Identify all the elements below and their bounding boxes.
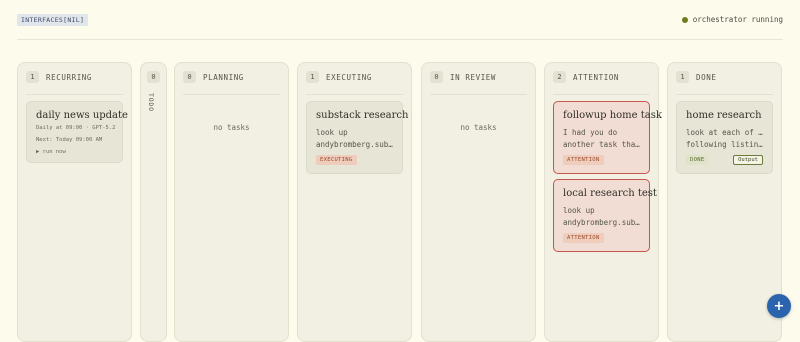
card-description: look up andybromberg.subst... [316, 127, 394, 151]
card-title: local research test [563, 188, 657, 199]
card-description-line: look at each of the [686, 128, 764, 137]
status-badge: ATTENTION [563, 155, 604, 165]
output-button[interactable]: Output [733, 155, 763, 165]
card-description-line: andybromberg.subst... [563, 218, 641, 227]
column-in-review: 0 IN REVIEW no tasks [421, 62, 536, 342]
column-divider [553, 94, 650, 95]
status-text: orchestrator running [692, 15, 783, 24]
card-title: substack research [316, 110, 409, 121]
column-title: TODO [147, 93, 155, 112]
empty-state: no tasks [213, 123, 250, 132]
column-count: 0 [147, 71, 160, 83]
status-badge: DONE [686, 155, 709, 165]
task-card-substack-research[interactable]: substack research look up andybromberg.s… [306, 101, 408, 174]
column-count: 0 [183, 71, 196, 83]
column-title: PLANNING [203, 72, 244, 82]
column-count: 1 [306, 71, 319, 83]
column-title: DONE [696, 72, 717, 82]
column-todo[interactable]: 0 TODO [140, 62, 167, 342]
column-divider [676, 94, 773, 95]
status-dot-icon [681, 16, 688, 23]
app-brand: INTERFACES[NIL] [17, 14, 89, 26]
card-description-line: another task that... [563, 140, 641, 149]
task-card-followup-home-task[interactable]: followup home task I had you do another … [553, 101, 662, 174]
column-divider [183, 94, 280, 95]
column-header: 2 ATTENTION [553, 71, 619, 83]
card-title: followup home task [563, 110, 662, 121]
card-description: look at each of the following listings, … [686, 127, 764, 151]
column-done: 1 DONE home research look at each of the… [667, 62, 782, 342]
column-count: 1 [676, 71, 689, 83]
card-schedule: Daily at 09:00 · GPT-5.2 [36, 125, 116, 131]
column-header: 1 EXECUTING [306, 71, 372, 83]
column-count: 2 [553, 71, 566, 83]
header-divider [17, 39, 783, 40]
card-description-line: look up [316, 128, 348, 137]
column-title: RECURRING [46, 72, 93, 82]
card-next-run: Next: Today 09:00 AM [36, 137, 103, 143]
empty-state: no tasks [460, 123, 497, 132]
column-count: 1 [26, 71, 39, 83]
task-card-home-research[interactable]: home research look at each of the follow… [676, 101, 773, 174]
column-divider [306, 94, 403, 95]
status-badge: EXECUTING [316, 155, 357, 165]
column-title: ATTENTION [573, 72, 620, 82]
card-title: home research [686, 110, 762, 121]
column-header: 0 IN REVIEW [430, 71, 496, 83]
column-executing: 1 EXECUTING substack research look up an… [297, 62, 412, 342]
column-header: 1 DONE [676, 71, 716, 83]
status-badge: ATTENTION [563, 233, 604, 243]
task-card-local-research-test[interactable]: local research test look up andybromberg… [553, 179, 657, 252]
card-title: daily news update [36, 110, 128, 121]
column-header: 0 PLANNING [183, 71, 244, 83]
kanban-board: 1 RECURRING daily news update Daily at 0… [0, 62, 800, 342]
column-header: 1 RECURRING [26, 71, 92, 83]
card-description-line: andybromberg.subst... [316, 140, 394, 149]
top-bar: INTERFACES[NIL] orchestrator running [0, 0, 800, 40]
column-title: EXECUTING [326, 72, 373, 82]
column-divider [430, 94, 527, 95]
column-title: IN REVIEW [450, 72, 497, 82]
column-divider [26, 94, 123, 95]
add-task-button[interactable]: + [767, 294, 791, 318]
column-planning: 0 PLANNING no tasks [174, 62, 289, 342]
card-description: look up andybromberg.subst... [563, 205, 641, 229]
card-description-line: I had you do [563, 128, 618, 137]
column-count: 0 [430, 71, 443, 83]
card-description-line: look up [563, 206, 595, 215]
card-description-line: following listings, a... [686, 140, 764, 149]
run-now-button[interactable]: ▶ run now [36, 149, 66, 155]
task-card-daily-news-update[interactable]: daily news update Daily at 09:00 · GPT-5… [26, 101, 128, 163]
card-description: I had you do another task that... [563, 127, 641, 151]
orchestrator-status: orchestrator running [681, 15, 783, 24]
column-attention: 2 ATTENTION followup home task I had you… [544, 62, 662, 342]
column-recurring: 1 RECURRING daily news update Daily at 0… [17, 62, 132, 342]
